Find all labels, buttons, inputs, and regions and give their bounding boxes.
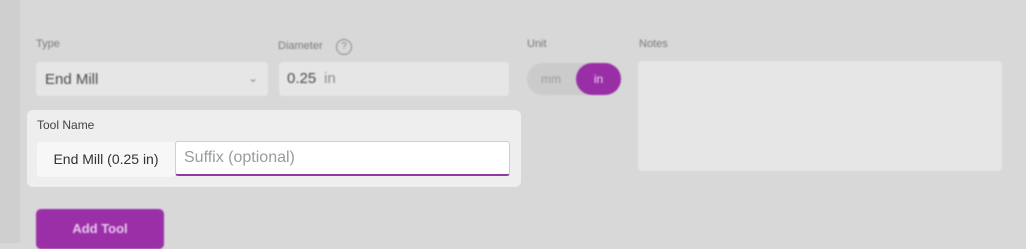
diameter-value: 0.25 [287, 70, 317, 87]
diameter-unit: in [324, 70, 336, 87]
tool-name-prefix: End Mill (0.25 in) [37, 142, 175, 177]
tool-name-card: Tool Name End Mill (0.25 in) [27, 110, 521, 187]
chevron-down-icon: ⌄ [247, 71, 258, 85]
unit-label: Unit [527, 38, 547, 50]
add-tool-button[interactable]: Add Tool [36, 209, 164, 249]
type-select[interactable]: End Mill ⌄ [36, 62, 268, 96]
type-select-value: End Mill [45, 71, 99, 88]
notes-label: Notes [639, 38, 668, 50]
diameter-input[interactable]: 0.25 in [279, 62, 509, 96]
help-icon[interactable]: ? [336, 39, 352, 55]
suffix-input[interactable] [175, 141, 510, 176]
unit-toggle[interactable]: mm in [527, 63, 621, 95]
unit-option-mm[interactable]: mm [527, 63, 575, 95]
unit-option-in[interactable]: in [576, 63, 621, 95]
diameter-label: Diameter [278, 40, 323, 52]
tool-name-label: Tool Name [37, 118, 95, 132]
notes-textarea[interactable] [638, 61, 1002, 171]
type-label: Type [36, 38, 60, 50]
left-sidebar-edge [0, 0, 20, 243]
